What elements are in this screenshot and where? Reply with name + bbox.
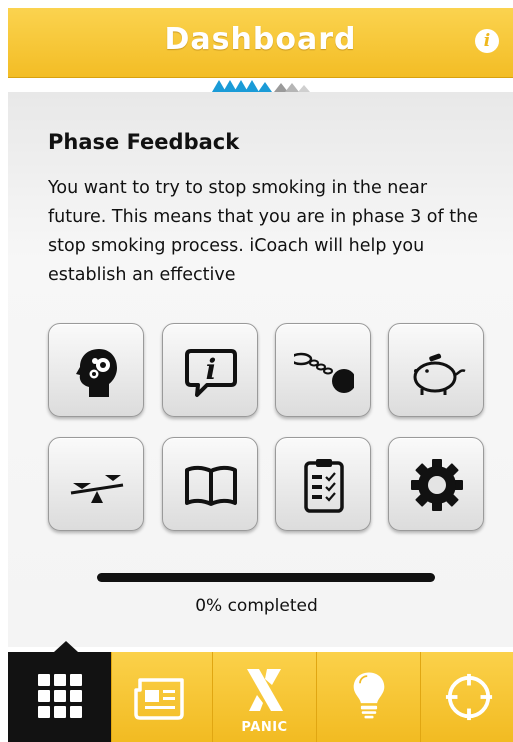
section-title: Phase Feedback xyxy=(48,130,240,154)
tab-tips[interactable] xyxy=(317,652,421,742)
tile-checklist[interactable] xyxy=(275,437,371,531)
tile-information[interactable]: i xyxy=(162,323,258,417)
balance-scale-icon xyxy=(70,475,124,503)
tile-settings[interactable] xyxy=(388,437,484,531)
active-tab-indicator xyxy=(54,641,78,652)
lightbulb-icon xyxy=(353,672,385,719)
tile-balance[interactable] xyxy=(48,437,144,531)
tab-news[interactable] xyxy=(112,652,213,742)
ball-and-chain-icon xyxy=(294,352,354,393)
progress-bar xyxy=(97,573,435,582)
tab-panic[interactable]: PANIC xyxy=(213,652,317,742)
panic-x-icon xyxy=(247,669,283,711)
header-bar: Dashboard i xyxy=(8,8,513,78)
progress-label: 0% completed xyxy=(195,596,318,616)
head-gears-icon xyxy=(76,349,117,397)
page-title: Dashboard xyxy=(164,22,357,57)
tile-ball-and-chain[interactable] xyxy=(275,323,371,417)
info-icon[interactable]: i xyxy=(475,29,499,53)
status-strip xyxy=(0,0,513,8)
newspaper-icon xyxy=(134,678,184,720)
phase-feedback-text: You want to try to stop smoking in the n… xyxy=(48,178,478,285)
book-icon xyxy=(185,465,237,506)
info-speech-icon: i xyxy=(185,349,237,397)
checklist-clipboard-icon xyxy=(304,459,344,513)
tab-dashboard[interactable] xyxy=(8,641,112,742)
tile-head-gears[interactable] xyxy=(48,323,144,417)
target-icon xyxy=(445,673,493,721)
svg-text:i: i xyxy=(206,353,217,386)
grid-icon xyxy=(38,674,82,718)
piggy-bank-icon xyxy=(413,353,466,395)
tab-goals[interactable] xyxy=(421,652,513,742)
brand-logo xyxy=(212,80,310,92)
tile-piggy-bank[interactable] xyxy=(388,323,484,417)
gear-icon xyxy=(411,459,463,511)
panic-label: PANIC xyxy=(241,720,288,735)
tile-book[interactable] xyxy=(162,437,258,531)
bottom-tab-bar: PANIC xyxy=(8,641,513,742)
